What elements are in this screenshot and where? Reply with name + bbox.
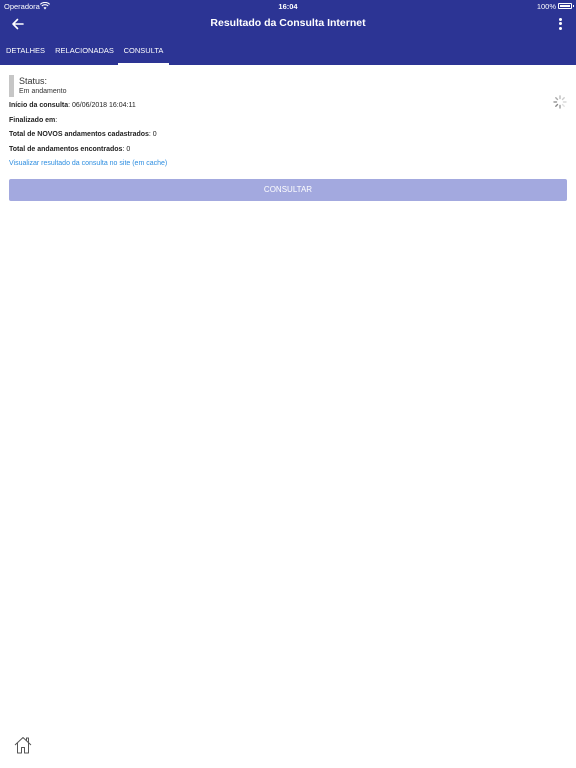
status-label: Status: — [19, 76, 48, 86]
status-panel: Status: Em andamento — [9, 75, 89, 97]
encontrados-value: : 0 — [122, 146, 131, 153]
battery-percent: 100% — [536, 2, 556, 11]
app-header: Operadora 16:04 100% Resultado da Consul… — [0, 0, 576, 65]
novos-value: : 0 — [148, 131, 157, 138]
finalizado-row: Finalizado em: — [9, 117, 57, 124]
battery-icon — [558, 3, 574, 9]
tab-bar: DETALHES RELACIONADAS CONSULTA — [0, 40, 576, 65]
tab-consulta[interactable]: CONSULTA — [118, 40, 169, 65]
novos-label: Total de NOVOS andamentos cadastrados — [9, 131, 149, 138]
clock: 16:04 — [278, 2, 298, 11]
status-indicator — [9, 75, 14, 97]
consultar-button[interactable]: CONSULTAR — [9, 179, 567, 201]
inicio-label: Início da consulta — [9, 102, 69, 109]
novos-row: Total de NOVOS andamentos cadastrados: 0 — [9, 131, 157, 138]
tab-detalhes[interactable]: DETALHES — [0, 40, 51, 65]
finalizado-value: : — [55, 117, 58, 124]
page-title: Resultado da Consulta Internet — [210, 17, 366, 29]
tab-relacionadas[interactable]: RELACIONADAS — [51, 40, 118, 65]
loading-spinner-icon — [553, 95, 567, 109]
encontrados-row: Total de andamentos encontrados: 0 — [9, 146, 130, 153]
home-icon[interactable] — [13, 735, 33, 755]
cache-result-link[interactable]: Visualizar resultado da consulta no site… — [9, 160, 167, 167]
more-vertical-icon[interactable] — [556, 16, 564, 32]
status-bar: Operadora 16:04 100% — [0, 0, 576, 12]
inicio-row: Início da consulta: 06/06/2018 16:04:11 — [9, 102, 136, 109]
finalizado-label: Finalizado em — [9, 117, 56, 124]
encontrados-label: Total de andamentos encontrados — [9, 146, 123, 153]
inicio-value: : 06/06/2018 16:04:11 — [68, 102, 136, 109]
status-value: Em andamento — [19, 88, 67, 95]
